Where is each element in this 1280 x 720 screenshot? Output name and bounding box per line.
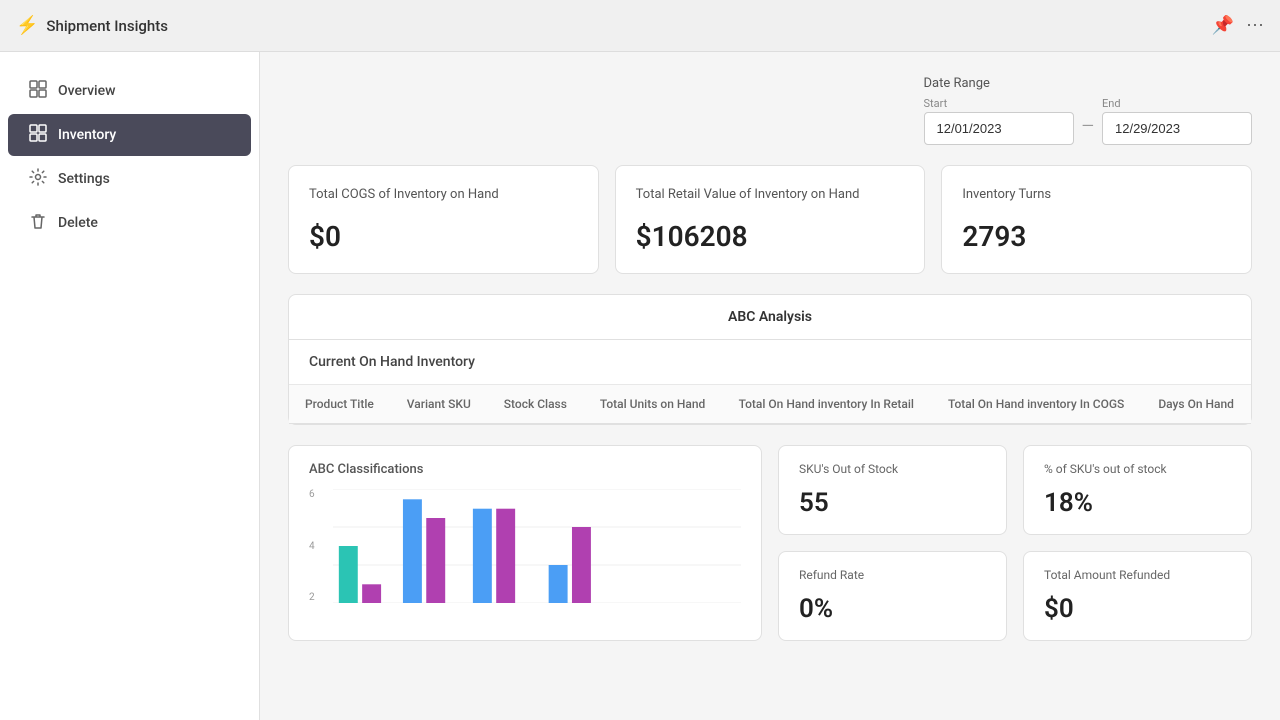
delete-icon <box>28 212 48 234</box>
metric-turns-value: 2793 <box>962 220 1231 253</box>
start-date-label: Start <box>924 97 1074 110</box>
skus-out-value: 55 <box>799 488 986 518</box>
start-date-input[interactable] <box>924 112 1074 145</box>
metric-card-turns: Inventory Turns 2793 <box>941 165 1252 274</box>
date-range-section: Date Range Start — End <box>288 76 1252 145</box>
bar-chart <box>333 489 741 603</box>
percent-skus-card: % of SKU's out of stock 18% <box>1023 445 1252 535</box>
abc-table: Product Title Variant SKU Stock Class To… <box>289 385 1251 424</box>
app-body: Overview Inventory Settings <box>0 52 1280 720</box>
date-separator: — <box>1082 116 1095 135</box>
start-date-wrapper: Start <box>924 97 1074 145</box>
app-title: Shipment Insights <box>46 17 168 35</box>
percent-skus-title: % of SKU's out of stock <box>1044 462 1231 476</box>
col-product-title: Product Title <box>289 385 391 424</box>
sidebar-item-delete[interactable]: Delete <box>8 202 251 244</box>
metric-card-cogs: Total COGS of Inventory on Hand $0 <box>288 165 599 274</box>
sidebar-item-label-inventory: Inventory <box>58 127 116 143</box>
chart-area: 6 4 2 <box>309 489 741 619</box>
col-days-on-hand: Days On Hand <box>1142 385 1251 424</box>
metric-cogs-value: $0 <box>309 220 578 253</box>
sidebar-item-settings[interactable]: Settings <box>8 158 251 200</box>
topbar: ⚡ Shipment Insights 📌 ⋯ <box>0 0 1280 52</box>
topbar-left: ⚡ Shipment Insights <box>16 15 168 36</box>
col-on-hand-retail: Total On Hand inventory In Retail <box>723 385 932 424</box>
refund-rate-value: 0% <box>799 594 986 624</box>
inventory-icon <box>28 124 48 146</box>
col-variant-sku: Variant SKU <box>391 385 488 424</box>
end-date-wrapper: End <box>1102 97 1252 145</box>
pin-icon[interactable]: 📌 <box>1212 15 1234 36</box>
sidebar: Overview Inventory Settings <box>0 52 260 720</box>
y-label-4: 4 <box>309 541 315 552</box>
metric-turns-title: Inventory Turns <box>962 186 1231 204</box>
total-refunded-value: $0 <box>1044 594 1231 624</box>
chart-y-axis: 6 4 2 <box>309 489 315 603</box>
date-range-container: Date Range Start — End <box>924 76 1253 145</box>
metrics-row: Total COGS of Inventory on Hand $0 Total… <box>288 165 1252 274</box>
sidebar-item-label-overview: Overview <box>58 83 115 99</box>
main-content: Date Range Start — End Total COGS of Inv <box>260 52 1280 720</box>
abc-analysis-section: ABC Analysis Current On Hand Inventory P… <box>288 294 1252 425</box>
app-icon: ⚡ <box>16 15 38 36</box>
total-refunded-title: Total Amount Refunded <box>1044 568 1231 582</box>
sidebar-item-inventory[interactable]: Inventory <box>8 114 251 156</box>
date-range-row: Start — End <box>924 97 1253 145</box>
metric-card-retail: Total Retail Value of Inventory on Hand … <box>615 165 926 274</box>
topbar-actions: 📌 ⋯ <box>1212 15 1264 36</box>
abc-section-subtitle: Current On Hand Inventory <box>289 340 1251 385</box>
bottom-row: ABC Classifications 6 4 2 <box>288 445 1252 641</box>
sidebar-item-overview[interactable]: Overview <box>8 70 251 112</box>
overview-icon <box>28 80 48 102</box>
percent-skus-value: 18% <box>1044 488 1231 518</box>
y-label-6: 6 <box>309 489 315 500</box>
end-date-input[interactable] <box>1102 112 1252 145</box>
col-stock-class: Stock Class <box>488 385 584 424</box>
refund-rate-title: Refund Rate <box>799 568 986 582</box>
y-label-2: 2 <box>309 592 315 603</box>
sidebar-item-label-settings: Settings <box>58 171 110 187</box>
table-header-row: Product Title Variant SKU Stock Class To… <box>289 385 1251 424</box>
refund-rate-card: Refund Rate 0% <box>778 551 1007 641</box>
metric-retail-value: $106208 <box>636 220 905 253</box>
col-on-hand-cogs: Total On Hand inventory In COGS <box>932 385 1142 424</box>
settings-icon <box>28 168 48 190</box>
more-icon[interactable]: ⋯ <box>1246 15 1264 36</box>
metric-retail-title: Total Retail Value of Inventory on Hand <box>636 186 905 204</box>
skus-out-of-stock-card: SKU's Out of Stock 55 <box>778 445 1007 535</box>
abc-classifications-card: ABC Classifications 6 4 2 <box>288 445 762 641</box>
total-refunded-card: Total Amount Refunded $0 <box>1023 551 1252 641</box>
end-date-label: End <box>1102 97 1252 110</box>
bottom-right-cards: SKU's Out of Stock 55 % of SKU's out of … <box>778 445 1252 641</box>
metric-cogs-title: Total COGS of Inventory on Hand <box>309 186 578 204</box>
abc-section-header: ABC Analysis <box>289 295 1251 340</box>
sidebar-item-label-delete: Delete <box>58 215 98 231</box>
date-range-label: Date Range <box>924 76 1253 91</box>
col-total-units: Total Units on Hand <box>584 385 723 424</box>
skus-out-title: SKU's Out of Stock <box>799 462 986 476</box>
abc-class-title: ABC Classifications <box>309 462 741 477</box>
